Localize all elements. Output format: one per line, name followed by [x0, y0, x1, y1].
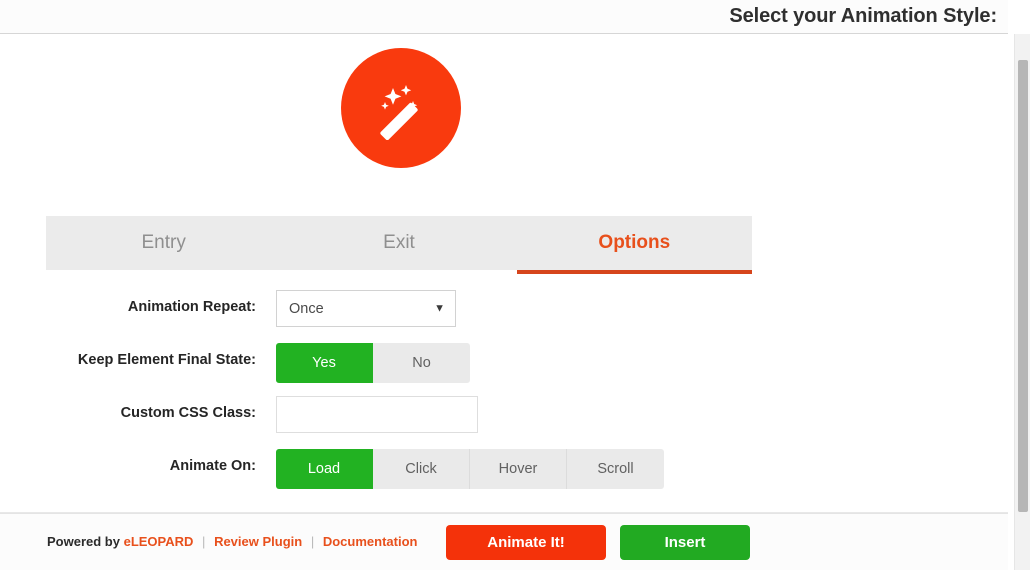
modal-header: :Select your Animation Style: [0, 0, 1008, 34]
review-plugin-link[interactable]: Review Plugin: [214, 534, 302, 549]
animate-on-click[interactable]: Click: [373, 449, 470, 489]
chevron-down-icon: ▼: [434, 302, 445, 314]
animate-on-label: Animate On:: [169, 458, 256, 474]
animation-style-modal: :Select your Animation Style Entry Exit …: [0, 0, 1030, 570]
insert-button[interactable]: Insert: [620, 525, 750, 560]
form-row-keep-final-state: Keep Element Final State: Yes No: [0, 343, 1008, 396]
powered-by-line: Powered by eLEOPARD | Review Plugin | Do…: [47, 534, 417, 549]
form-row-custom-css-class: Custom CSS Class:: [0, 396, 1008, 449]
vertical-scrollbar[interactable]: [1014, 34, 1030, 570]
animate-on-load[interactable]: Load: [276, 449, 373, 489]
animate-on-toggle-group: Load Click Hover Scroll: [276, 449, 664, 489]
keep-final-state-no[interactable]: No: [373, 343, 470, 383]
custom-css-class-label: Custom CSS Class:: [120, 405, 256, 421]
custom-css-class-input[interactable]: [276, 396, 478, 433]
form-row-animation-repeat: Animation Repeat: Once ▼: [0, 290, 1008, 343]
animation-repeat-control: Once ▼: [276, 290, 456, 327]
keep-final-state-label: Keep Element Final State:: [77, 352, 256, 368]
tab-exit[interactable]: Exit: [281, 216, 516, 270]
form-row-animate-on: Animate On: Load Click Hover Scroll: [0, 449, 1008, 502]
magic-wand-icon: [369, 76, 433, 140]
modal-body: Entry Exit Options Animation Repeat: Onc…: [0, 35, 1008, 512]
modal-footer: Powered by eLEOPARD | Review Plugin | Do…: [0, 513, 1008, 570]
tab-entry[interactable]: Entry: [46, 216, 281, 270]
custom-css-class-control: [276, 396, 478, 433]
scrollbar-thumb[interactable]: [1018, 60, 1028, 512]
animation-repeat-label: Animation Repeat:: [127, 299, 256, 315]
footer-separator-1: |: [202, 534, 206, 549]
animate-on-scroll[interactable]: Scroll: [567, 449, 664, 489]
brand-link[interactable]: eLEOPARD: [124, 534, 194, 549]
footer-separator-2: |: [310, 534, 315, 549]
animation-repeat-value: Once: [289, 300, 324, 317]
documentation-link[interactable]: Documentation: [323, 534, 418, 549]
animate-on-control: Load Click Hover Scroll: [276, 449, 664, 489]
tab-options[interactable]: Options: [516, 216, 753, 274]
animate-on-hover[interactable]: Hover: [470, 449, 567, 489]
keep-final-state-control: Yes No: [276, 343, 470, 383]
animation-repeat-select[interactable]: Once ▼: [276, 290, 456, 327]
powered-by-text: Powered by: [47, 534, 120, 549]
keep-final-state-yes[interactable]: Yes: [276, 343, 373, 383]
animate-it-button[interactable]: Animate It!: [446, 525, 606, 560]
keep-final-state-toggle-group: Yes No: [276, 343, 470, 383]
page-title: :Select your Animation Style: [729, 5, 997, 27]
options-form: Animation Repeat: Once ▼ Keep Element Fi…: [0, 290, 1008, 502]
animation-tab-bar: Entry Exit Options: [46, 216, 753, 274]
magic-wand-badge: [341, 48, 461, 168]
